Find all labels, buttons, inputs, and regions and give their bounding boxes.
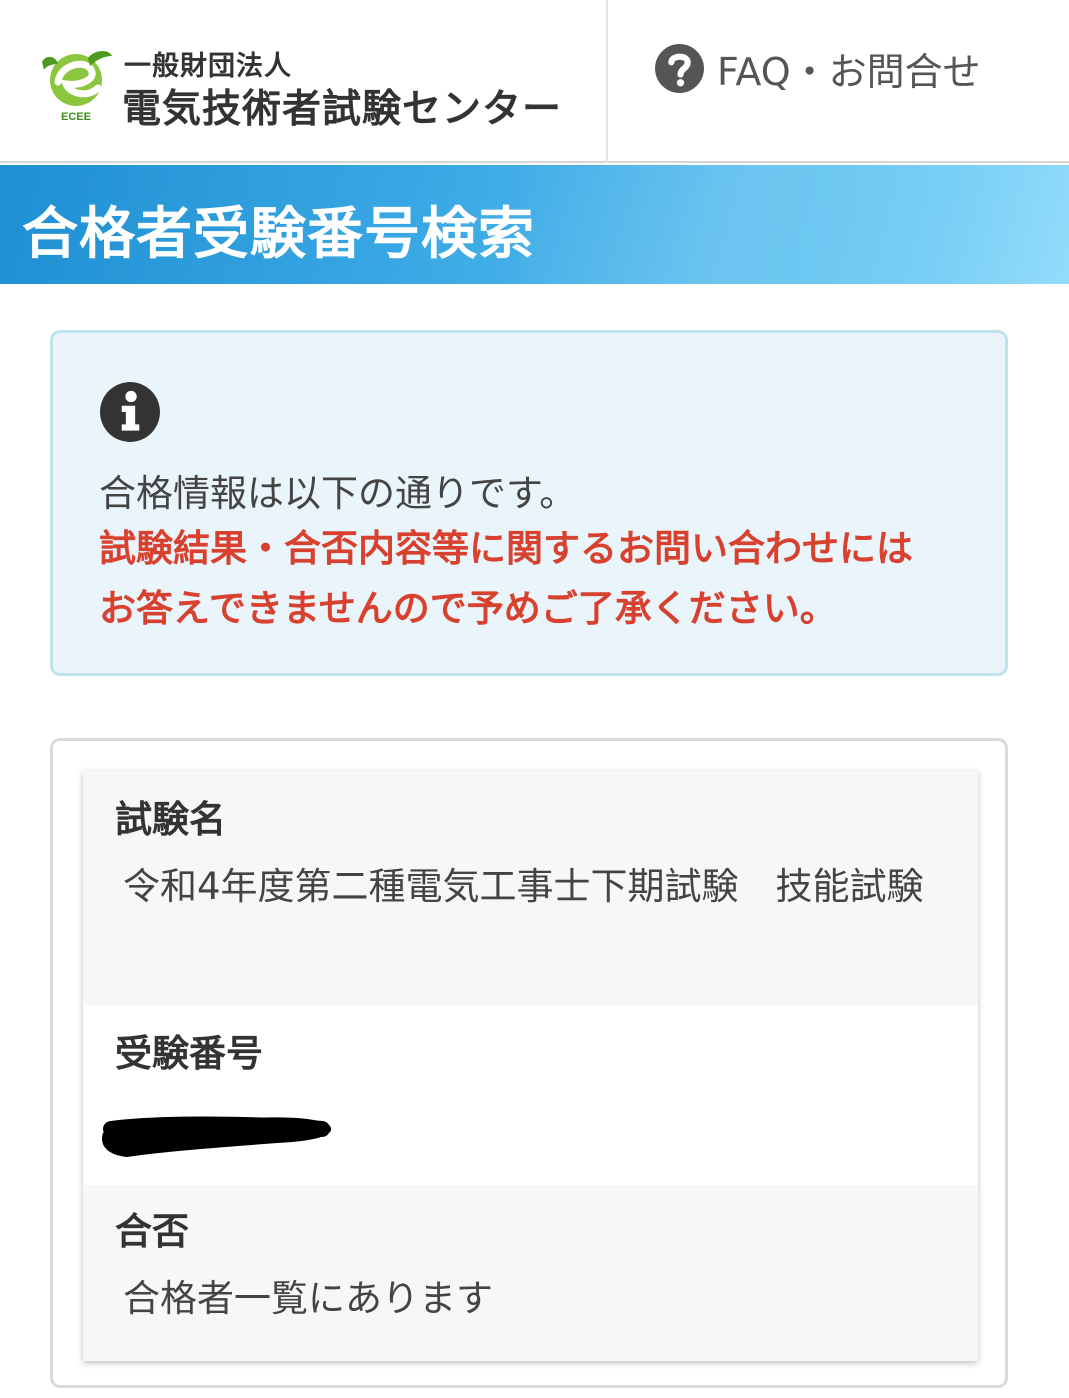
exam-name-label: 試験名 bbox=[115, 798, 226, 841]
result-row-exam-number: 受験番号 bbox=[83, 1007, 978, 1183]
result-row-exam-name: 試験名 令和4年度第二種電気工事士下期試験 技能試験 bbox=[83, 771, 978, 1005]
info-message: 合格情報は以下の通りです。 bbox=[99, 472, 577, 515]
redaction-mark bbox=[102, 1116, 332, 1157]
exam-number-label: 受験番号 bbox=[115, 1032, 263, 1075]
svg-text:ECEE: ECEE bbox=[61, 111, 91, 123]
inquiry-warning-line-1: 試験結果・合否内容等に関するお問い合わせには bbox=[99, 527, 913, 570]
result-table: 試験名 令和4年度第二種電気工事士下期試験 技能試験 受験番号 合否 合格者一覧… bbox=[83, 771, 978, 1361]
title-bar-highlight bbox=[520, 165, 940, 284]
page-title-bar: 合格者受験番号検索 bbox=[0, 165, 1069, 284]
logo-title: 電気技術者試験センター bbox=[122, 87, 563, 132]
question-circle-icon bbox=[655, 43, 704, 93]
exam-name-value: 令和4年度第二種電気工事士下期試験 技能試験 bbox=[123, 865, 924, 908]
header-divider bbox=[606, 0, 608, 163]
inquiry-warning-line-2: お答えできませんので予めご了承ください。 bbox=[99, 587, 837, 630]
pass-result-label: 合否 bbox=[115, 1210, 189, 1253]
site-header: ECEE 一般財団法人 電気技術者試験センター FAQ・お問合せ bbox=[0, 0, 1069, 163]
result-card: 試験名 令和4年度第二種電気工事士下期試験 技能試験 受験番号 合否 合格者一覧… bbox=[50, 738, 1008, 1388]
page-title: 合格者受験番号検索 bbox=[22, 202, 535, 267]
site-logo-link[interactable]: ECEE 一般財団法人 電気技術者試験センター bbox=[36, 40, 576, 132]
info-circle-icon bbox=[100, 382, 160, 442]
pass-result-value: 合格者一覧にあります bbox=[123, 1277, 493, 1320]
info-alert: 合格情報は以下の通りです。 試験結果・合否内容等に関するお問い合わせには お答え… bbox=[50, 330, 1008, 676]
faq-contact-link[interactable]: FAQ・お問合せ bbox=[654, 40, 981, 96]
inquiry-warning: 試験結果・合否内容等に関するお問い合わせには お答えできませんので予めご了承くだ… bbox=[99, 519, 979, 639]
ecee-logo-icon: ECEE bbox=[42, 51, 112, 123]
result-row-pass-result: 合否 合格者一覧にあります bbox=[83, 1185, 978, 1361]
faq-contact-label: FAQ・お問合せ bbox=[717, 49, 981, 94]
